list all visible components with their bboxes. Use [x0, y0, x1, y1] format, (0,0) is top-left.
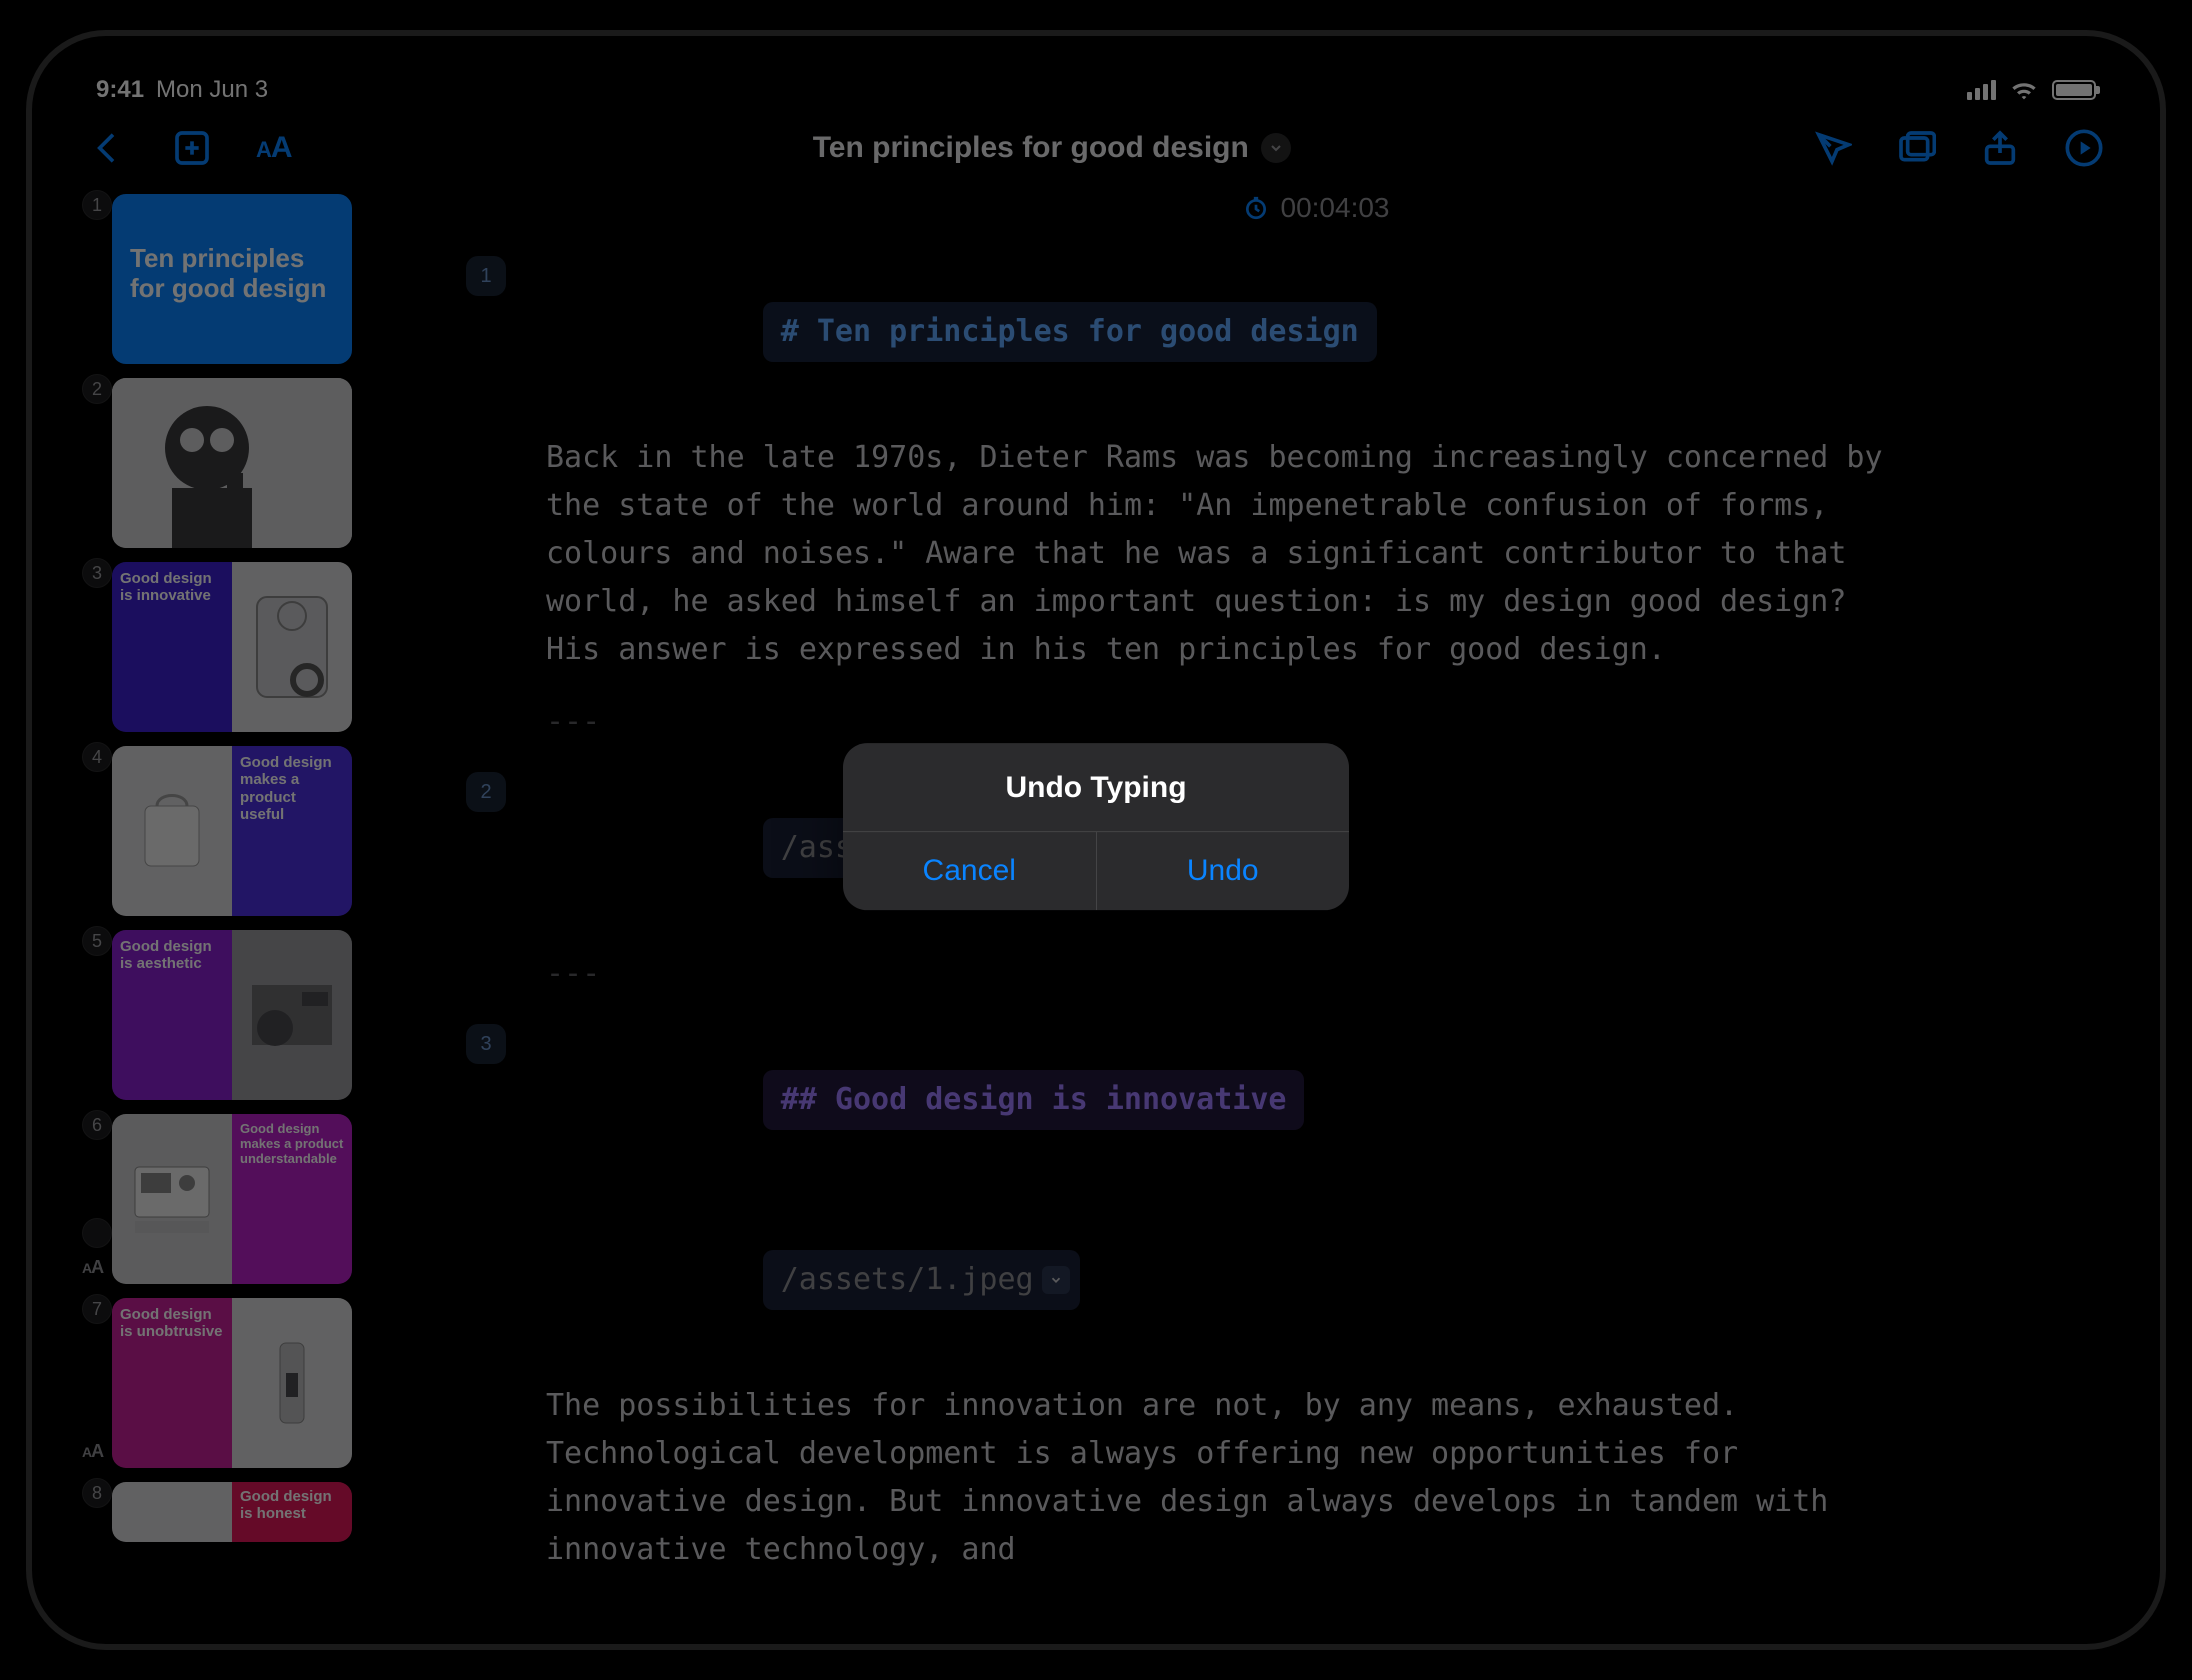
undo-button[interactable]: Undo: [1096, 832, 1350, 910]
undo-dialog: Undo Typing Cancel Undo: [843, 743, 1349, 910]
status-time: 9:41: [96, 76, 144, 104]
slide-number: 4: [82, 742, 112, 772]
slide-badge: [82, 1218, 112, 1248]
heading-1[interactable]: # Ten principles for good design: [763, 302, 1377, 362]
text-format-button[interactable]: AA: [256, 131, 292, 165]
horizontal-rule[interactable]: ---: [546, 950, 2086, 998]
portrait-image: [112, 378, 352, 548]
slide-thumbnail[interactable]: 2: [86, 378, 396, 548]
share-button[interactable]: [1980, 128, 2020, 168]
slide-thumbnail[interactable]: 1 Ten principles for good design: [86, 194, 396, 364]
heading-2[interactable]: ## Good design is innovative: [763, 1070, 1305, 1130]
slide-number: 2: [82, 374, 112, 404]
slide-thumbnail[interactable]: 8 Good design is honest: [86, 1482, 396, 1542]
paragraph-text[interactable]: Back in the late 1970s, Dieter Rams was …: [546, 434, 1906, 674]
play-button[interactable]: [2064, 128, 2104, 168]
status-bar: 9:41 Mon Jun 3: [66, 70, 2126, 110]
text-badge-icon: AA: [82, 1441, 103, 1462]
wifi-icon: [2010, 79, 2038, 101]
status-indicators: [1967, 79, 2096, 101]
slide-number: 3: [82, 558, 112, 588]
clock-icon: [1243, 195, 1269, 221]
toolbar: AA Ten principles for good design: [66, 110, 2126, 186]
slide-thumbnail[interactable]: 7 AA Good design is unobtrusive: [86, 1298, 396, 1468]
block-number: 2: [466, 772, 506, 812]
presentation-timer[interactable]: 00:04:03: [546, 192, 2086, 224]
chevron-down-icon[interactable]: [1042, 1266, 1070, 1294]
slide-thumbnail[interactable]: 3 Good design is innovative: [86, 562, 396, 732]
paragraph-text[interactable]: The possibilities for innovation are not…: [546, 1382, 1906, 1574]
slide-navigator[interactable]: 1 Ten principles for good design 2: [66, 186, 406, 1610]
slide-number: 8: [82, 1478, 112, 1508]
themes-button[interactable]: [1812, 128, 1852, 168]
slide-thumbnail[interactable]: 6 AA Good design makes a product underst…: [86, 1114, 396, 1284]
status-date: Mon Jun 3: [156, 76, 268, 104]
back-button[interactable]: [88, 128, 128, 168]
slide-number: 6: [82, 1110, 112, 1140]
media-button[interactable]: [1896, 128, 1936, 168]
asset-reference[interactable]: /assets/1.jpeg: [763, 1250, 1080, 1310]
block-number: 1: [466, 256, 506, 296]
timer-value: 00:04:03: [1281, 192, 1390, 224]
add-slide-button[interactable]: [172, 128, 212, 168]
block-number: 3: [466, 1024, 506, 1064]
cancel-button[interactable]: Cancel: [843, 832, 1096, 910]
chevron-down-icon: [1261, 133, 1291, 163]
text-badge-icon: AA: [82, 1257, 103, 1278]
slide-thumbnail[interactable]: 4 Good design makes a product useful: [86, 746, 396, 916]
slide-number: 7: [82, 1294, 112, 1324]
slide-number: 5: [82, 926, 112, 956]
battery-icon: [2052, 80, 2096, 100]
document-title-button[interactable]: Ten principles for good design: [332, 131, 1772, 165]
horizontal-rule[interactable]: ---: [546, 698, 2086, 746]
document-title: Ten principles for good design: [813, 131, 1249, 165]
slide-number: 1: [82, 190, 112, 220]
cellular-signal-icon: [1967, 80, 1996, 100]
slide-thumbnail[interactable]: 5 Good design is aesthetic: [86, 930, 396, 1100]
dialog-title: Undo Typing: [843, 743, 1349, 831]
